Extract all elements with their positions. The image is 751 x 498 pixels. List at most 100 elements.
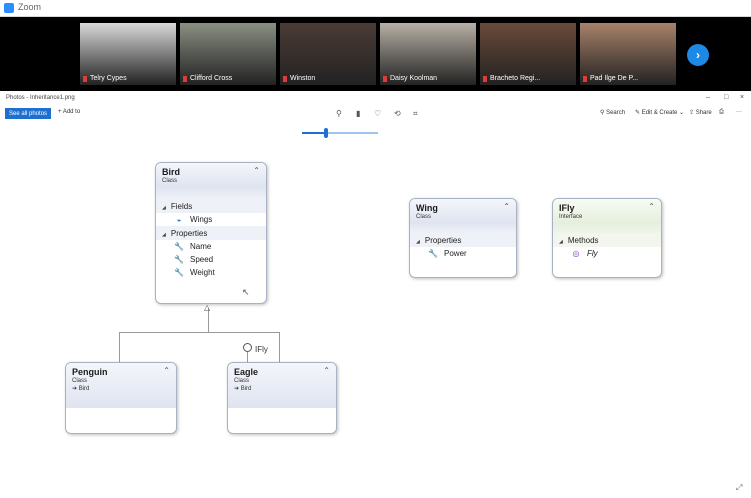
see-all-photos-button[interactable]: See all photos	[5, 108, 52, 119]
class-header: IFly Interface ⌃	[553, 199, 661, 223]
participant-name: Telry Cypes	[83, 75, 127, 82]
expand-icon[interactable]: ⤢	[736, 483, 742, 493]
method-item[interactable]: ◎ Fly	[553, 247, 661, 260]
close-button[interactable]: ×	[740, 94, 744, 101]
participant-tile[interactable]: Bracheto Regi...	[480, 23, 576, 85]
class-header: Penguin Class ➔ Bird ⌃	[66, 363, 176, 408]
zoom-in-icon[interactable]: ⚲	[336, 109, 342, 118]
wrench-icon: 🔧	[174, 255, 184, 264]
photos-window-title: Photos - Inheritance1.png	[6, 95, 75, 101]
mouse-cursor-icon: ↖	[242, 287, 250, 297]
edit-create-button[interactable]: ✎ Edit & Create ⌄	[635, 109, 684, 116]
ifly-interface[interactable]: IFly Interface ⌃ ◢ Methods ◎ Fly	[552, 198, 662, 278]
participant-tile[interactable]: Daisy Koolman	[380, 23, 476, 85]
property-item[interactable]: 🔧 Name	[156, 240, 266, 253]
inheritance-line	[279, 332, 280, 362]
maximize-button[interactable]: □	[724, 94, 728, 101]
collapse-icon[interactable]: ⌃	[323, 366, 330, 375]
muted-mic-icon	[283, 75, 287, 82]
expand-triangle-icon: ◢	[559, 239, 563, 245]
zoom-slider-fill	[302, 132, 326, 134]
interface-lollipop-icon	[243, 343, 252, 352]
muted-mic-icon	[183, 75, 187, 82]
header-spacer	[156, 187, 266, 199]
class-type: Interface	[559, 214, 583, 220]
print-icon[interactable]: ⎙	[719, 109, 724, 116]
property-item[interactable]: 🔧 Speed	[156, 253, 266, 266]
participant-name: Pad Ilge De P...	[583, 75, 638, 82]
collapse-icon[interactable]: ⌃	[253, 166, 260, 175]
participant-tile[interactable]: Winston	[280, 23, 376, 85]
wrench-icon: 🔧	[174, 242, 184, 251]
class-type: Class	[416, 214, 432, 220]
inherit-arrow-icon: ➔	[72, 386, 79, 392]
delete-icon[interactable]: ▮	[356, 109, 360, 118]
class-header: Bird Class ⌃	[156, 163, 266, 187]
expand-triangle-icon: ◢	[416, 239, 420, 245]
section-methods[interactable]: ◢ Methods	[553, 233, 661, 247]
zoom-app-title: Zoom	[18, 2, 42, 12]
zoom-slider[interactable]	[302, 128, 378, 138]
minimize-button[interactable]: –	[706, 94, 710, 101]
video-strip: Telry Cypes Clifford Cross Winston Daisy…	[0, 17, 751, 91]
expand-triangle-icon: ◢	[162, 205, 166, 211]
class-type: Class	[72, 378, 88, 384]
add-to-button[interactable]: + Add to	[58, 109, 80, 115]
class-name: Penguin	[72, 367, 108, 377]
muted-mic-icon	[83, 75, 87, 82]
bird-class[interactable]: Bird Class ⌃ ◢ Fields ◒ Wings ◢ Properties …	[155, 162, 267, 304]
class-header: Wing Class ⌃	[410, 199, 516, 223]
class-name: Eagle	[234, 367, 259, 377]
next-participants-button[interactable]: ›	[687, 44, 709, 66]
section-properties[interactable]: ◢ Properties	[156, 226, 266, 240]
muted-mic-icon	[383, 75, 387, 82]
collapse-icon[interactable]: ⌃	[648, 202, 655, 211]
participant-tile[interactable]: Clifford Cross	[180, 23, 276, 85]
participant-name: Bracheto Regi...	[483, 75, 540, 82]
participant-name: Daisy Koolman	[383, 75, 437, 82]
expand-triangle-icon: ◢	[162, 232, 166, 238]
participant-name: Winston	[283, 75, 315, 82]
participant-tile[interactable]: Pad Ilge De P...	[580, 23, 676, 85]
base-class: ➔ Bird	[72, 386, 90, 392]
participant-name: Clifford Cross	[183, 75, 232, 82]
crop-icon[interactable]: ⌗	[413, 109, 418, 119]
inheritance-arrow-icon: △	[204, 303, 211, 312]
class-type: Class	[162, 178, 178, 184]
chevron-right-icon: ›	[696, 48, 700, 62]
participant-tile[interactable]: Telry Cypes	[80, 23, 176, 85]
method-icon: ◎	[572, 249, 580, 258]
collapse-icon[interactable]: ⌃	[503, 202, 510, 211]
eagle-interface-label: IFly	[255, 345, 268, 354]
section-properties[interactable]: ◢ Properties	[410, 233, 516, 247]
class-header: Eagle Class ➔ Bird ⌃	[228, 363, 336, 408]
zoom-logo-icon	[4, 3, 14, 13]
more-options-icon[interactable]: ···	[736, 109, 742, 115]
class-diagram-canvas: △ IFly Bird Class ⌃ ◢ Fields ◒ Wings ◢ Prop…	[6, 140, 745, 494]
muted-mic-icon	[483, 75, 487, 82]
search-button[interactable]: ⚲ Search	[600, 109, 625, 116]
inheritance-line	[119, 332, 120, 362]
collapse-icon[interactable]: ⌃	[163, 366, 170, 375]
wrench-icon: 🔧	[174, 268, 184, 277]
property-item[interactable]: 🔧 Weight	[156, 266, 266, 279]
zoom-title-bar: Zoom	[0, 0, 751, 17]
base-class: ➔ Bird	[234, 386, 252, 392]
zoom-slider-thumb[interactable]	[324, 128, 328, 138]
inherit-arrow-icon: ➔	[234, 386, 241, 392]
eagle-class[interactable]: Eagle Class ➔ Bird ⌃	[227, 362, 337, 434]
penguin-class[interactable]: Penguin Class ➔ Bird ⌃	[65, 362, 177, 434]
interface-line	[247, 352, 248, 362]
class-name: Bird	[162, 167, 180, 177]
favorite-icon[interactable]: ♡	[374, 109, 381, 118]
section-fields[interactable]: ◢ Fields	[156, 199, 266, 213]
wing-class[interactable]: Wing Class ⌃ ◢ Properties 🔧 Power	[409, 198, 517, 278]
share-button[interactable]: ⇪ Share	[689, 109, 712, 116]
class-name: Wing	[416, 203, 438, 213]
photos-toolbar: See all photos + Add to ⚲ ▮ ♡ ⟲ ⌗ ⚲ Sear…	[0, 106, 751, 122]
inheritance-line	[119, 332, 279, 333]
muted-mic-icon	[583, 75, 587, 82]
field-item[interactable]: ◒ Wings	[156, 213, 266, 226]
property-item[interactable]: 🔧 Power	[410, 247, 516, 260]
rotate-icon[interactable]: ⟲	[394, 109, 401, 118]
